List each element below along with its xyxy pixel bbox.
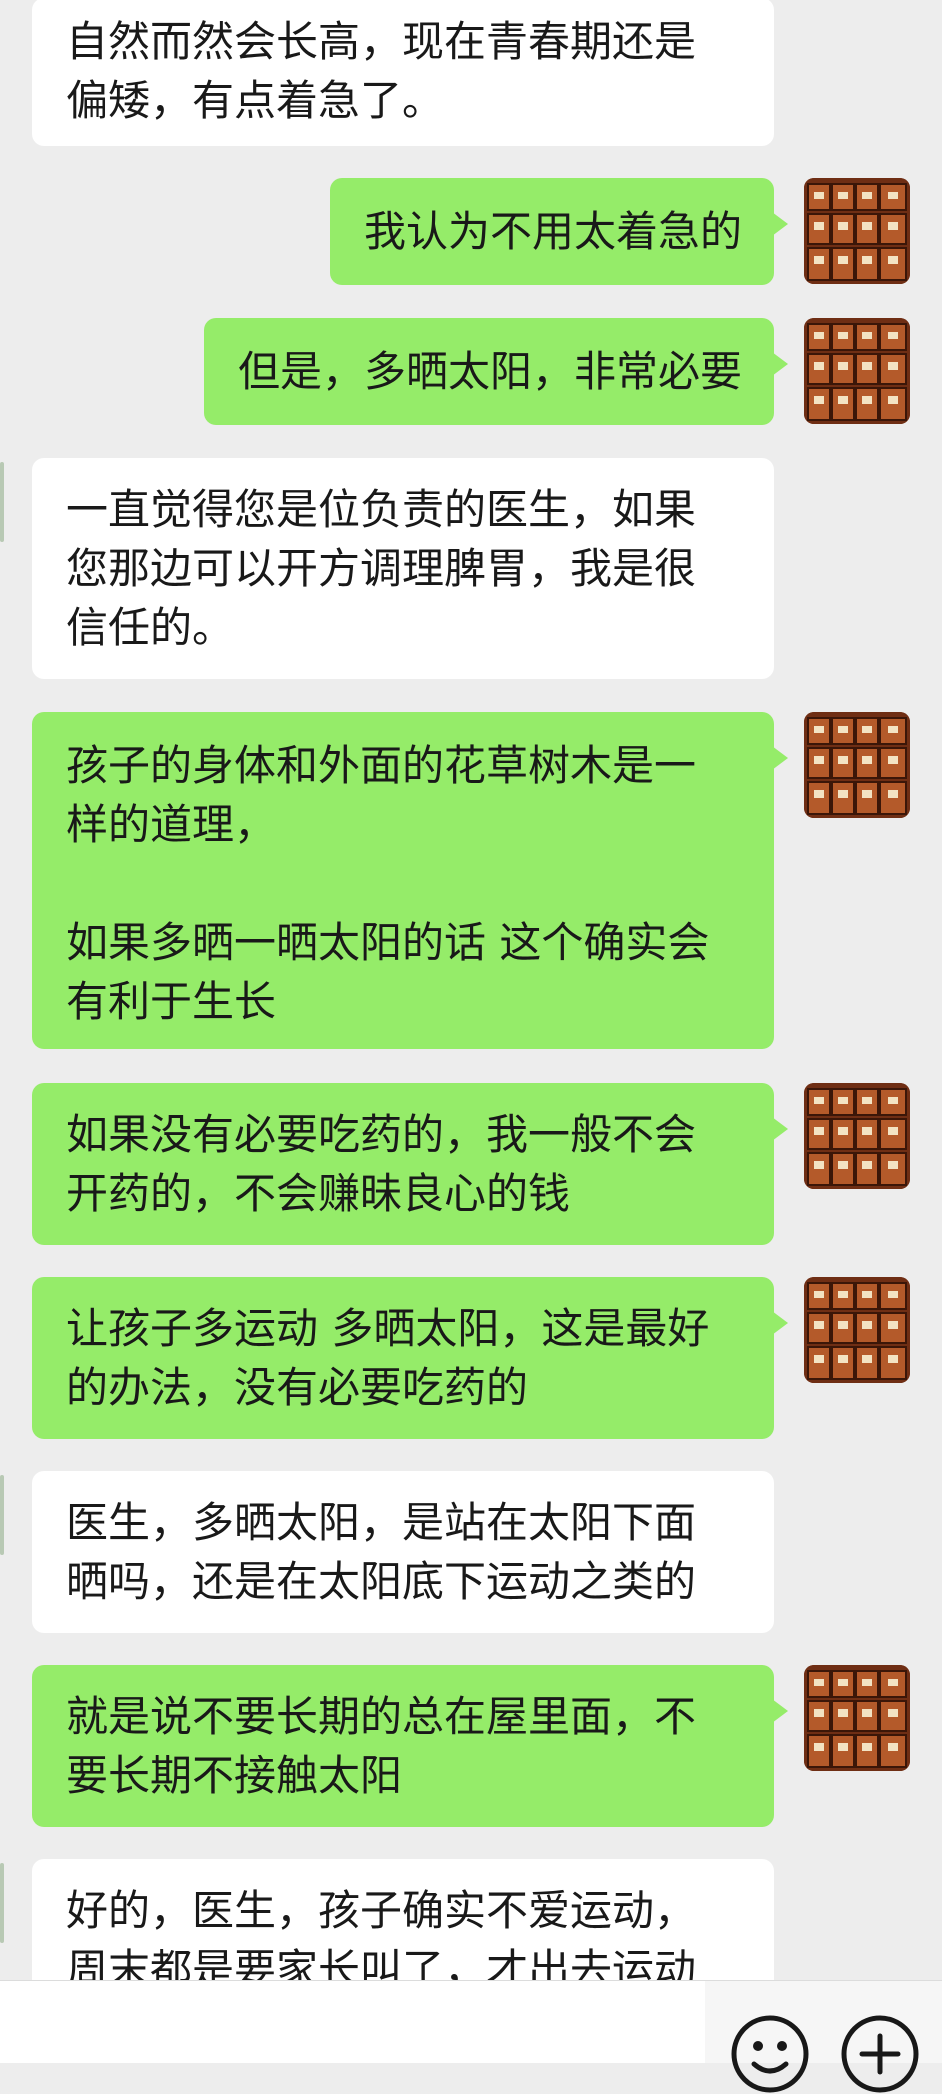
medicine-cabinet-icon [804, 1083, 910, 1189]
medicine-cabinet-icon [804, 178, 910, 284]
medicine-cabinet-icon [804, 712, 910, 818]
message-bubble-outgoing[interactable]: 就是说不要长期的总在屋里面，不 要长期不接触太阳 [32, 1665, 788, 1827]
avatar[interactable] [804, 1277, 910, 1383]
peer-avatar-edge [0, 1475, 4, 1555]
emoji-icon[interactable] [730, 2014, 810, 2094]
avatar[interactable] [804, 712, 910, 818]
avatar[interactable] [804, 1665, 910, 1771]
peer-avatar-edge [0, 1863, 4, 1943]
plus-circle-icon[interactable] [840, 2014, 920, 2094]
peer-avatar-edge [0, 462, 4, 542]
message-bubble-incoming[interactable]: 医生，多晒太阳，是站在太阳下面 晒吗，还是在太阳底下运动之类的 [32, 1471, 774, 1633]
message-bubble-outgoing[interactable]: 我认为不用太着急的 [329, 178, 789, 285]
medicine-cabinet-icon [804, 1665, 910, 1771]
chat-area[interactable]: 自然而然会长高，现在青春期还是 偏矮，有点着急了。 我认为不用太着急的 但是，多… [0, 0, 942, 1980]
avatar[interactable] [804, 178, 910, 284]
message-input[interactable] [0, 1980, 705, 2063]
avatar[interactable] [804, 318, 910, 424]
message-bubble-incoming[interactable]: 好的，医生，孩子确实不爱运动， 周末都是要家长叫了，才出去运动 [32, 1859, 774, 1980]
message-bubble-outgoing[interactable]: 孩子的身体和外面的花草树木是一 样的道理， 如果多晒一晒太阳的话 这个确实会 有… [32, 712, 788, 1049]
message-bubble-incoming[interactable]: 一直觉得您是位负责的医生，如果 您那边可以开方调理脾胃，我是很 信任的。 [32, 458, 774, 679]
medicine-cabinet-icon [804, 1277, 910, 1383]
message-bubble-incoming[interactable]: 自然而然会长高，现在青春期还是 偏矮，有点着急了。 [32, 0, 774, 146]
avatar[interactable] [804, 1083, 910, 1189]
medicine-cabinet-icon [804, 318, 910, 424]
message-bubble-outgoing[interactable]: 让孩子多运动 多晒太阳，这是最好 的办法，没有必要吃药的 [32, 1277, 788, 1439]
message-bubble-outgoing[interactable]: 但是，多晒太阳，非常必要 [203, 318, 789, 425]
message-bubble-outgoing[interactable]: 如果没有必要吃药的，我一般不会 开药的，不会赚昧良心的钱 [32, 1083, 788, 1245]
